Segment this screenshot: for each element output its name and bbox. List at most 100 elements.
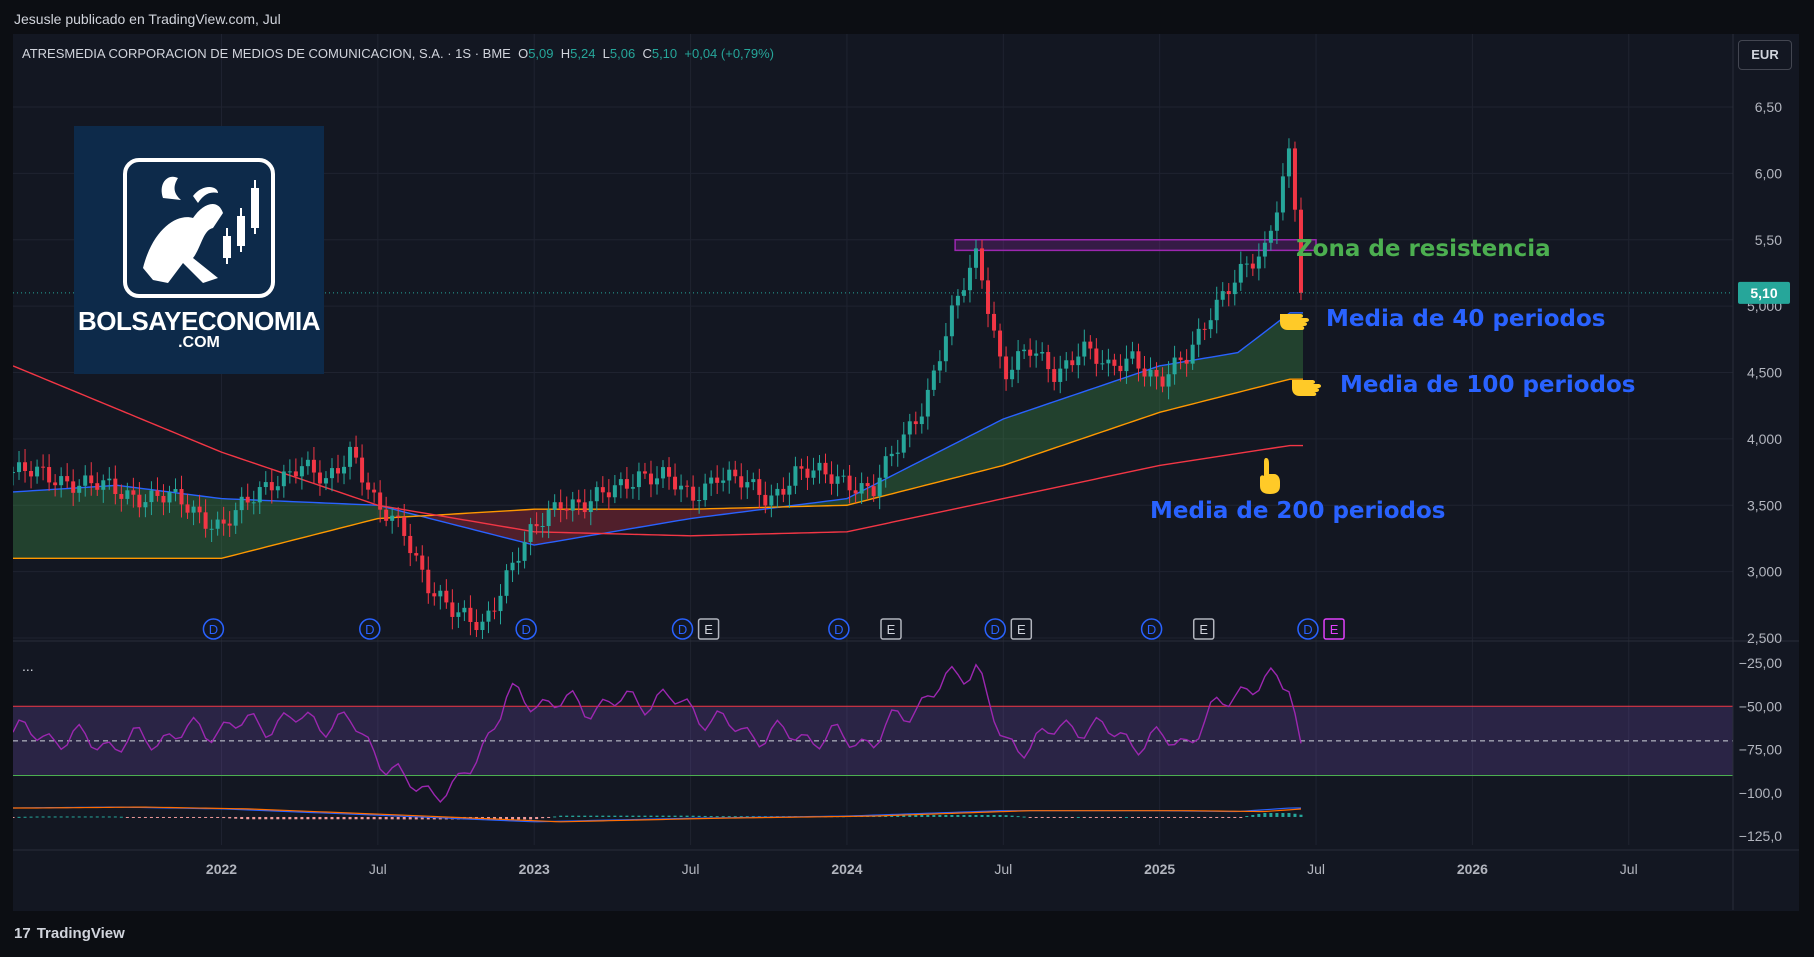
macd-bar (348, 816, 352, 820)
candle-body (131, 490, 136, 495)
macd-bar (1130, 816, 1134, 818)
candle-body (492, 610, 497, 612)
macd-bar (721, 816, 725, 818)
macd-bar (1227, 816, 1231, 818)
macd-bar (661, 815, 665, 817)
pointing-hand-icon-2 (1292, 380, 1321, 396)
candle-body (787, 485, 792, 495)
candle-body (624, 479, 629, 489)
macd-bar (1040, 816, 1044, 818)
time-tick-8: 2026 (1457, 861, 1488, 877)
candle-body (853, 490, 858, 494)
macd-bar (372, 816, 376, 820)
rsi-panel (13, 663, 1733, 803)
candle-body (685, 485, 690, 487)
candle-body (1004, 356, 1009, 380)
candle-body (263, 482, 268, 488)
candle-body (1244, 263, 1249, 265)
macd-bar (174, 816, 178, 818)
event-marker-label-7: D (991, 622, 1000, 637)
candle-body (1178, 357, 1183, 360)
price-axis[interactable]: 6,506,005,505,0004,5004,0003,5003,0002,5… (1747, 99, 1782, 646)
high-label: H (560, 46, 571, 61)
macd-panel (13, 806, 1303, 823)
candle-body (679, 485, 684, 490)
macd-bar (59, 816, 63, 818)
candle-body (1250, 263, 1255, 269)
macd-bar (956, 814, 960, 817)
macd-bar (1215, 816, 1219, 818)
macd-bar (571, 815, 575, 817)
event-marker-label-5: D (834, 622, 843, 637)
macd-bar (986, 814, 990, 817)
candle-body (817, 462, 822, 471)
macd-bar (384, 816, 388, 820)
macd-bar (1197, 816, 1201, 818)
event-marker-label-9: D (1147, 622, 1156, 637)
macd-bar (1299, 814, 1303, 817)
macd-bar (1016, 816, 1020, 818)
candle-body (1280, 176, 1285, 213)
candle-body (1202, 328, 1207, 330)
macd-bar (673, 815, 677, 817)
macd-bar (980, 814, 984, 817)
currency-button[interactable]: EUR (1738, 40, 1792, 70)
open-value: 5,09 (528, 46, 554, 61)
price-tick-7: 3,000 (1747, 564, 1782, 580)
macd-bar (13, 816, 15, 818)
brand-domain: .COM (178, 334, 220, 351)
candle-body (203, 512, 208, 529)
macd-bar (324, 816, 328, 820)
candle-body (697, 500, 702, 502)
candle-body (480, 621, 485, 631)
candle-body (1196, 328, 1201, 345)
symbol-legend[interactable]: ATRESMEDIA CORPORACION DE MEDIOS DE COMU… (22, 46, 774, 61)
macd-bar (155, 816, 159, 818)
candle-body (336, 468, 341, 474)
macd-bar (83, 816, 87, 818)
indicator-axis: −25,00 −50,00 −75,00 −100,0 −125,0 (1739, 655, 1782, 844)
candle-body (444, 590, 449, 603)
candle-body (654, 478, 659, 485)
time-tick-0: 2022 (206, 861, 237, 877)
macd-bar (511, 816, 515, 820)
time-tick-1: Jul (369, 861, 387, 877)
macd-bar (186, 816, 190, 818)
macd-bar (77, 816, 81, 818)
macd-bar (1203, 816, 1207, 818)
resistance-zone (954, 239, 1317, 252)
candle-body (667, 467, 672, 477)
macd-bar (625, 815, 629, 817)
candle-body (1274, 212, 1279, 231)
candle-body (41, 466, 46, 468)
macd-bar (1257, 813, 1261, 817)
candle-body (275, 486, 280, 491)
tradingview-logo[interactable]: 17 TradingView (14, 925, 125, 942)
candle-body (1286, 148, 1291, 177)
macd-bar (517, 816, 521, 820)
candle-body (931, 370, 936, 390)
event-marker-label-1: D (365, 622, 374, 637)
candle-body (1100, 363, 1105, 365)
candle-body (185, 504, 190, 513)
macd-bar (125, 816, 129, 818)
macd-bar (992, 814, 996, 817)
candle-body (17, 462, 22, 473)
candle-body (1136, 351, 1141, 369)
macd-bar (29, 816, 33, 818)
candle-body (1256, 256, 1261, 269)
macd-bar (390, 816, 394, 820)
macd-bar (1275, 813, 1279, 817)
macd-bar (1136, 816, 1140, 818)
macd-bar (294, 816, 298, 820)
macd-bar (1281, 813, 1285, 817)
tradingview-brand: TradingView (36, 925, 125, 942)
symbol-name: ATRESMEDIA CORPORACION DE MEDIOS DE COMU… (22, 46, 444, 61)
indicator-menu-icon[interactable]: ... (22, 658, 34, 674)
macd-bar (595, 815, 599, 817)
candle-body (1070, 360, 1075, 366)
macd-bar (691, 815, 695, 817)
macd-bar (601, 815, 605, 817)
indicator-tick-1: −50,00 (1739, 698, 1782, 714)
candle-body (1154, 369, 1159, 377)
